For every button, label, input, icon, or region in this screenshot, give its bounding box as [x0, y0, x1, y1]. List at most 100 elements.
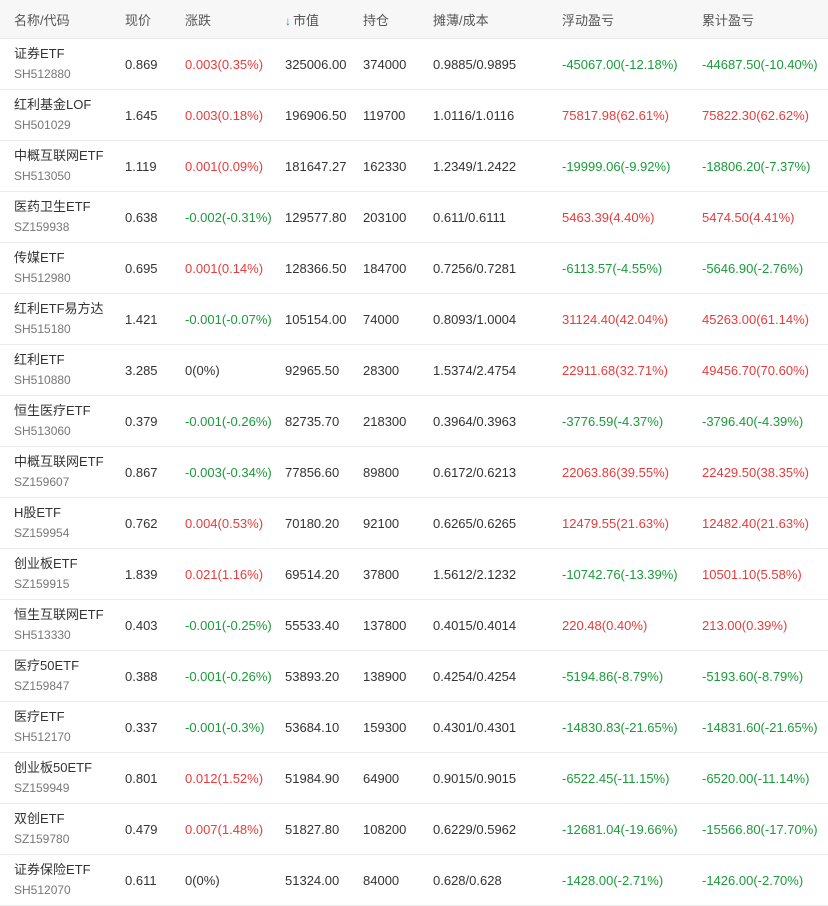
change-cell: -0.002(-0.31%): [185, 209, 271, 225]
change-cell: 0.001(0.14%): [185, 260, 264, 276]
position-cell: 119700: [363, 107, 406, 123]
fund-cell[interactable]: 创业板ETF SZ159915: [0, 556, 111, 592]
table-row[interactable]: 传媒ETF SH512980 0.695 0.001(0.14%) 128366.50 1…: [0, 243, 828, 294]
fund-cell[interactable]: 中概互联网ETF SZ159607: [0, 454, 111, 490]
table-row[interactable]: 医疗50ETF SZ159847 0.388 -0.001(-0.26%) 53893.…: [0, 651, 828, 702]
cost-cell: 0.7256/0.7281: [433, 260, 517, 276]
fund-name: 医疗ETF: [14, 709, 65, 724]
price-cell: 0.379: [125, 413, 158, 429]
table-row[interactable]: 恒生医疗ETF SH513060 0.379 -0.001(-0.26%) 82735.…: [0, 396, 828, 447]
header-change[interactable]: 涨跌: [171, 10, 271, 29]
fund-code: SZ159915: [14, 577, 70, 591]
price-cell: 0.801: [125, 770, 158, 786]
fund-code: SH512170: [14, 730, 71, 744]
fund-name: 中概互联网ETF: [14, 148, 104, 163]
header-position[interactable]: 持仓: [349, 10, 419, 29]
header-cumulative-pl[interactable]: 累计盈亏: [688, 10, 828, 29]
floating-pl-cell: 22063.86(39.55%): [562, 464, 669, 480]
change-cell: -0.003(-0.34%): [185, 464, 271, 480]
cost-cell: 0.9885/0.9895: [433, 56, 517, 72]
fund-code: SH515180: [14, 322, 71, 336]
fund-cell[interactable]: 证券保险ETF SH512070: [0, 862, 111, 898]
fund-name: 创业板ETF: [14, 556, 78, 571]
market-value-cell: 51324.00: [285, 872, 340, 888]
price-cell: 0.867: [125, 464, 158, 480]
position-cell: 89800: [363, 464, 400, 480]
fund-name: 证券ETF: [14, 46, 65, 61]
cost-cell: 0.9015/0.9015: [433, 770, 517, 786]
header-cost[interactable]: 摊薄/成本: [419, 10, 548, 29]
fund-cell[interactable]: 医药卫生ETF SZ159938: [0, 199, 111, 235]
cumulative-pl-cell: 49456.70(70.60%): [702, 362, 809, 378]
table-row[interactable]: 红利基金LOF SH501029 1.645 0.003(0.18%) 196906.5…: [0, 90, 828, 141]
floating-pl-cell: 31124.40(42.04%): [562, 311, 669, 327]
cost-cell: 1.5612/2.1232: [433, 566, 517, 582]
fund-cell[interactable]: 红利基金LOF SH501029: [0, 97, 111, 133]
floating-pl-cell: -45067.00(-12.18%): [562, 56, 678, 72]
cumulative-pl-cell: -3796.40(-4.39%): [702, 413, 804, 429]
change-cell: 0.012(1.52%): [185, 770, 264, 786]
fund-cell[interactable]: 红利ETF易方达 SH515180: [0, 301, 111, 337]
header-price[interactable]: 现价: [111, 10, 171, 29]
table-row[interactable]: 红利ETF SH510880 3.285 0(0%) 92965.50 28300 1.53…: [0, 345, 828, 396]
cost-cell: 1.0116/1.0116: [433, 107, 515, 123]
position-cell: 159300: [363, 719, 407, 735]
fund-cell[interactable]: 传媒ETF SH512980: [0, 250, 111, 286]
holdings-table: 名称/代码 现价 涨跌 ↓ 市值 持仓 摊薄/成本 浮动盈亏 累计盈亏 证券ETF…: [0, 0, 828, 906]
table-row[interactable]: H股ETF SZ159954 0.762 0.004(0.53%) 70180.20 92…: [0, 498, 828, 549]
fund-cell[interactable]: 双创ETF SZ159780: [0, 811, 111, 847]
table-row[interactable]: 创业板ETF SZ159915 1.839 0.021(1.16%) 69514.20 3…: [0, 549, 828, 600]
fund-cell[interactable]: 医疗ETF SH512170: [0, 709, 111, 745]
table-row[interactable]: 证券ETF SH512880 0.869 0.003(0.35%) 325006.00 3…: [0, 39, 828, 90]
cumulative-pl-cell: -15566.80(-17.70%): [702, 821, 818, 837]
table-row[interactable]: 中概互联网ETF SH513050 1.119 0.001(0.09%) 181647.…: [0, 141, 828, 192]
market-value-cell: 55533.40: [285, 617, 340, 633]
fund-name: 红利基金LOF: [14, 97, 92, 112]
price-cell: 1.839: [125, 566, 158, 582]
cost-cell: 0.4015/0.4014: [433, 617, 517, 633]
fund-cell[interactable]: 创业板50ETF SZ159949: [0, 760, 111, 796]
fund-code: SZ159607: [14, 475, 70, 489]
fund-cell[interactable]: 证券ETF SH512880: [0, 46, 111, 82]
fund-cell[interactable]: 恒生互联网ETF SH513330: [0, 607, 111, 643]
table-row[interactable]: 中概互联网ETF SZ159607 0.867 -0.003(-0.34%) 77856…: [0, 447, 828, 498]
change-cell: -0.001(-0.3%): [185, 719, 265, 735]
table-row[interactable]: 医疗ETF SH512170 0.337 -0.001(-0.3%) 53684.10 1…: [0, 702, 828, 753]
price-cell: 3.285: [125, 362, 158, 378]
price-cell: 0.638: [125, 209, 158, 225]
fund-name: 红利ETF易方达: [14, 301, 104, 316]
market-value-cell: 53893.20: [285, 668, 340, 684]
fund-cell[interactable]: H股ETF SZ159954: [0, 505, 111, 541]
table-row[interactable]: 红利ETF易方达 SH515180 1.421 -0.001(-0.07%) 10515…: [0, 294, 828, 345]
cumulative-pl-cell: -6520.00(-11.14%): [702, 770, 810, 786]
position-cell: 138900: [363, 668, 407, 684]
fund-cell[interactable]: 恒生医疗ETF SH513060: [0, 403, 111, 439]
position-cell: 218300: [363, 413, 407, 429]
cumulative-pl-cell: 10501.10(5.58%): [702, 566, 802, 582]
table-row[interactable]: 医药卫生ETF SZ159938 0.638 -0.002(-0.31%) 129577…: [0, 192, 828, 243]
header-name-code[interactable]: 名称/代码: [0, 10, 111, 29]
market-value-cell: 128366.50: [285, 260, 347, 276]
cost-cell: 0.4254/0.4254: [433, 668, 517, 684]
table-row[interactable]: 双创ETF SZ159780 0.479 0.007(1.48%) 51827.80 10…: [0, 804, 828, 855]
header-market-value[interactable]: ↓ 市值: [271, 10, 349, 29]
table-row[interactable]: 证券保险ETF SH512070 0.611 0(0%) 51324.00 84000 0.…: [0, 855, 828, 906]
change-cell: 0.001(0.09%): [185, 158, 264, 174]
cumulative-pl-cell: 5474.50(4.41%): [702, 209, 795, 225]
fund-code: SH512980: [14, 271, 71, 285]
change-cell: 0(0%): [185, 362, 220, 378]
table-row[interactable]: 恒生互联网ETF SH513330 0.403 -0.001(-0.25%) 55533…: [0, 600, 828, 651]
table-row[interactable]: 创业板50ETF SZ159949 0.801 0.012(1.52%) 51984.9…: [0, 753, 828, 804]
header-floating-pl[interactable]: 浮动盈亏: [548, 10, 688, 29]
fund-code: SH510880: [14, 373, 71, 387]
fund-name: 医药卫生ETF: [14, 199, 91, 214]
position-cell: 108200: [363, 821, 407, 837]
fund-cell[interactable]: 中概互联网ETF SH513050: [0, 148, 111, 184]
fund-cell[interactable]: 红利ETF SH510880: [0, 352, 111, 388]
fund-cell[interactable]: 医疗50ETF SZ159847: [0, 658, 111, 694]
change-cell: -0.001(-0.26%): [185, 668, 271, 684]
cumulative-pl-cell: -5646.90(-2.76%): [702, 260, 804, 276]
price-cell: 1.119: [125, 158, 157, 174]
market-value-cell: 92965.50: [285, 362, 340, 378]
position-cell: 137800: [363, 617, 407, 633]
